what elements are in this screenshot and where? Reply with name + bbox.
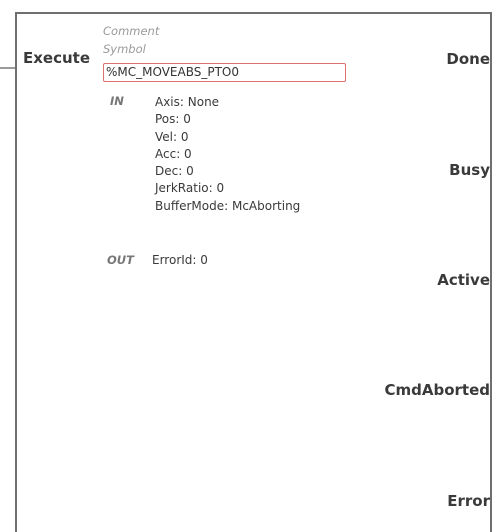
out-section-label: OUT: [107, 253, 134, 267]
done-pin[interactable]: Done: [446, 50, 490, 68]
param-axis[interactable]: Axis: None: [155, 94, 300, 111]
param-jerkratio[interactable]: JerkRatio: 0: [155, 180, 300, 197]
busy-pin[interactable]: Busy: [449, 161, 490, 179]
param-buffermode[interactable]: BufferMode: McAborting: [155, 198, 300, 215]
param-vel[interactable]: Vel: 0: [155, 129, 300, 146]
input-parameters: Axis: None Pos: 0 Vel: 0 Acc: 0 Dec: 0 J…: [155, 94, 300, 215]
active-pin[interactable]: Active: [437, 271, 490, 289]
param-acc[interactable]: Acc: 0: [155, 146, 300, 163]
symbol-field[interactable]: %MC_MOVEABS_PTO0: [103, 63, 346, 82]
param-pos[interactable]: Pos: 0: [155, 111, 300, 128]
cmdaborted-pin[interactable]: CmdAborted: [384, 381, 490, 399]
in-section-label: IN: [110, 94, 124, 108]
param-dec[interactable]: Dec: 0: [155, 163, 300, 180]
execute-pin[interactable]: Execute: [23, 49, 90, 67]
param-errorid[interactable]: ErrorId: 0: [152, 253, 208, 267]
comment-label[interactable]: Comment: [103, 24, 159, 38]
function-block[interactable]: [15, 12, 492, 532]
symbol-label: Symbol: [103, 42, 146, 56]
error-pin[interactable]: Error: [447, 492, 490, 510]
